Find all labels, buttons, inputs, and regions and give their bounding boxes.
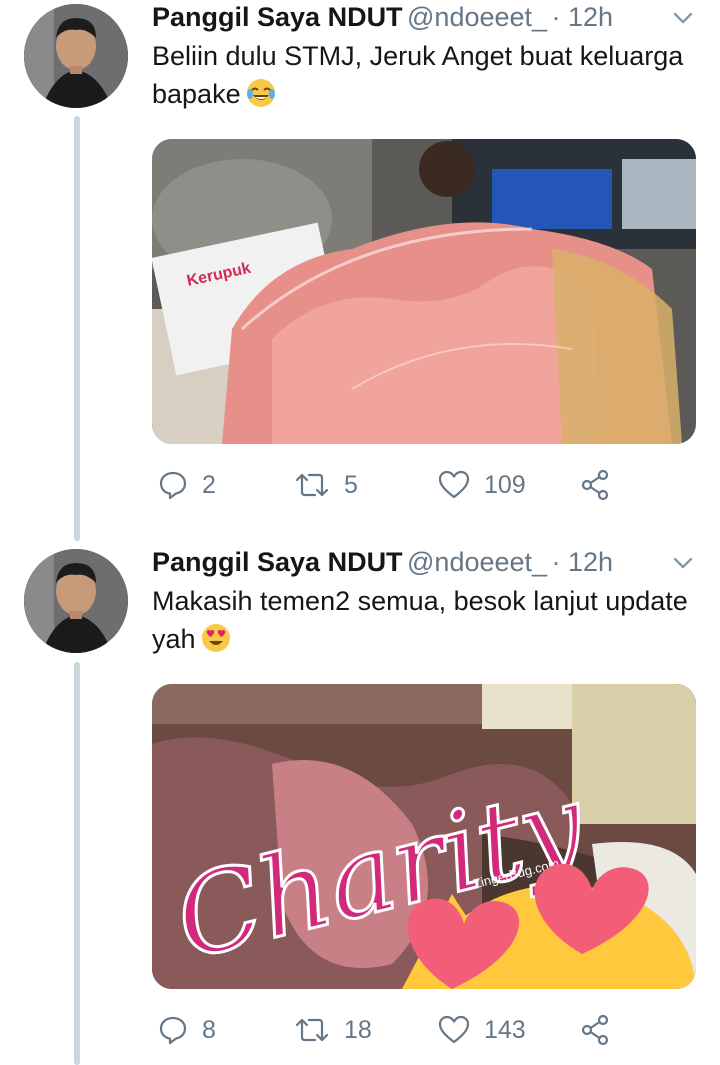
face-with-tears-of-joy-icon	[245, 77, 277, 119]
tweet-actions: 2 5 109	[152, 467, 696, 503]
share-icon	[581, 469, 609, 501]
tweet-header: Panggil Saya NDUT @ndoeeet_ · 12h	[152, 545, 613, 579]
like-button[interactable]: 109	[438, 467, 526, 503]
tweet-photo[interactable]: Charity ZingerBug.com	[152, 684, 696, 989]
tweet[interactable]: Panggil Saya NDUT @ndoeeet_ · 12h Makasi…	[0, 545, 720, 1065]
share-icon	[581, 1014, 609, 1046]
display-name[interactable]: Panggil Saya NDUT	[152, 547, 403, 577]
reply-icon	[159, 471, 187, 500]
share-button[interactable]	[580, 1012, 610, 1048]
retweet-button[interactable]: 5	[294, 467, 358, 503]
reply-icon	[159, 1016, 187, 1045]
tweet-header: Panggil Saya NDUT @ndoeeet_ · 12h	[152, 0, 613, 34]
retweet-icon	[295, 1018, 329, 1042]
avatar[interactable]	[24, 4, 128, 108]
reply-button[interactable]: 8	[158, 1012, 216, 1048]
reply-count: 2	[202, 470, 216, 499]
tweet-text-content: Makasih temen2 semua, besok lanjut updat…	[152, 586, 688, 654]
user-handle[interactable]: @ndoeeet_	[407, 547, 547, 577]
retweet-count: 5	[344, 470, 358, 499]
tweet-text-content: Beliin dulu STMJ, Jeruk Anget buat kelua…	[152, 41, 684, 109]
tweet-text: Beliin dulu STMJ, Jeruk Anget buat kelua…	[152, 37, 692, 119]
like-icon	[438, 470, 470, 499]
retweet-count: 18	[344, 1015, 372, 1044]
tweet[interactable]: Panggil Saya NDUT @ndoeeet_ · 12h Beliin…	[0, 0, 720, 520]
reply-count: 8	[202, 1015, 216, 1044]
chevron-down-icon[interactable]	[670, 8, 696, 28]
user-handle[interactable]: @ndoeeet_	[407, 2, 547, 32]
tweet-text: Makasih temen2 semua, besok lanjut updat…	[152, 582, 692, 664]
avatar[interactable]	[24, 549, 128, 653]
chevron-down-icon[interactable]	[670, 553, 696, 573]
timestamp[interactable]: · 12h	[552, 2, 614, 32]
like-count: 109	[484, 470, 526, 499]
display-name[interactable]: Panggil Saya NDUT	[152, 2, 403, 32]
retweet-icon	[295, 473, 329, 497]
like-count: 143	[484, 1015, 526, 1044]
tweet-actions: 8 18 143	[152, 1012, 696, 1048]
tweet-photo[interactable]: Kerupuk	[152, 139, 696, 444]
timestamp[interactable]: · 12h	[552, 547, 614, 577]
smiling-face-with-heart-eyes-icon	[200, 622, 232, 664]
like-icon	[438, 1015, 470, 1044]
share-button[interactable]	[580, 467, 610, 503]
reply-button[interactable]: 2	[158, 467, 216, 503]
retweet-button[interactable]: 18	[294, 1012, 372, 1048]
like-button[interactable]: 143	[438, 1012, 526, 1048]
